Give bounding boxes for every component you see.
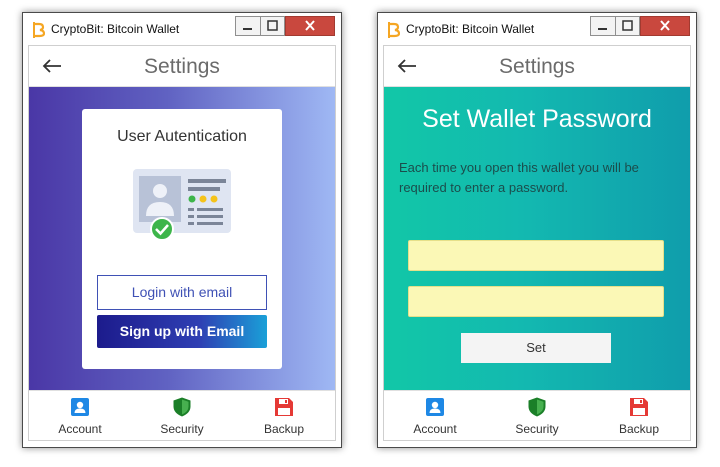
app-client-area: Settings User Autentication Login with e…	[28, 45, 336, 441]
app-client-area: Settings Set Wallet Password Each time y…	[383, 45, 691, 441]
nav-label-security: Security	[515, 422, 559, 436]
bitcoin-app-icon	[386, 22, 400, 38]
minimize-icon	[598, 28, 607, 30]
window-title: CryptoBit: Bitcoin Wallet	[51, 22, 180, 36]
save-icon	[274, 397, 294, 417]
nav-item-account[interactable]: Account	[395, 391, 475, 441]
header-bar: Settings	[29, 46, 335, 87]
bottom-nav: Account Security Backup	[384, 390, 690, 440]
maximize-icon	[267, 20, 278, 31]
password-field[interactable]	[408, 240, 664, 271]
page-title: Settings	[144, 55, 220, 78]
set-password-description: Each time you open this wallet you will …	[399, 160, 639, 195]
sign-up-with-email-button[interactable]: Sign up with Email	[97, 315, 267, 348]
title-bar[interactable]: CryptoBit: Bitcoin Wallet	[23, 13, 341, 45]
title-bar[interactable]: CryptoBit: Bitcoin Wallet	[378, 13, 696, 45]
maximize-button[interactable]	[260, 16, 285, 36]
nav-item-account[interactable]: Account	[40, 391, 120, 441]
app-window-authentication: CryptoBit: Bitcoin Wallet Settings User …	[22, 12, 342, 448]
save-icon	[629, 397, 649, 417]
account-icon	[425, 397, 445, 417]
confirm-password-field[interactable]	[408, 286, 664, 317]
nav-label-account: Account	[58, 422, 102, 436]
close-button[interactable]	[640, 16, 690, 36]
minimize-icon	[243, 28, 252, 30]
nav-label-backup: Backup	[263, 422, 305, 436]
shield-icon	[527, 397, 547, 417]
nav-label-security: Security	[160, 422, 204, 436]
maximize-icon	[622, 20, 633, 31]
auth-card-title: User Autentication	[117, 128, 247, 145]
nav-label-backup: Backup	[618, 422, 660, 436]
nav-item-backup[interactable]: Backup	[244, 391, 324, 441]
bottom-nav: Account Security Backup	[29, 390, 335, 440]
minimize-button[interactable]	[590, 16, 615, 36]
set-password-button[interactable]: Set	[461, 333, 611, 363]
nav-item-backup[interactable]: Backup	[599, 391, 679, 441]
nav-label-account: Account	[413, 422, 457, 436]
account-icon	[70, 397, 90, 417]
minimize-button[interactable]	[235, 16, 260, 36]
maximize-button[interactable]	[615, 16, 640, 36]
bitcoin-app-icon	[31, 22, 45, 38]
id-card-verified-icon	[133, 169, 233, 243]
page-title: Settings	[499, 55, 575, 78]
login-with-email-button[interactable]: Login with email	[97, 275, 267, 310]
header-bar: Settings	[384, 46, 690, 87]
close-button[interactable]	[285, 16, 335, 36]
nav-item-security[interactable]: Security	[142, 391, 222, 441]
nav-item-security[interactable]: Security	[497, 391, 577, 441]
close-icon	[660, 20, 670, 31]
window-title: CryptoBit: Bitcoin Wallet	[406, 22, 535, 36]
auth-card: User Autentication Login with email Sign…	[82, 109, 282, 369]
close-icon	[305, 20, 315, 31]
app-window-password: CryptoBit: Bitcoin Wallet Settings Set W…	[377, 12, 697, 448]
set-password-panel: Set Wallet Password Each time you open t…	[384, 87, 690, 392]
set-password-title: Set Wallet Password	[422, 105, 652, 133]
shield-icon	[172, 397, 192, 417]
authentication-panel: User Autentication Login with email Sign…	[29, 87, 335, 392]
